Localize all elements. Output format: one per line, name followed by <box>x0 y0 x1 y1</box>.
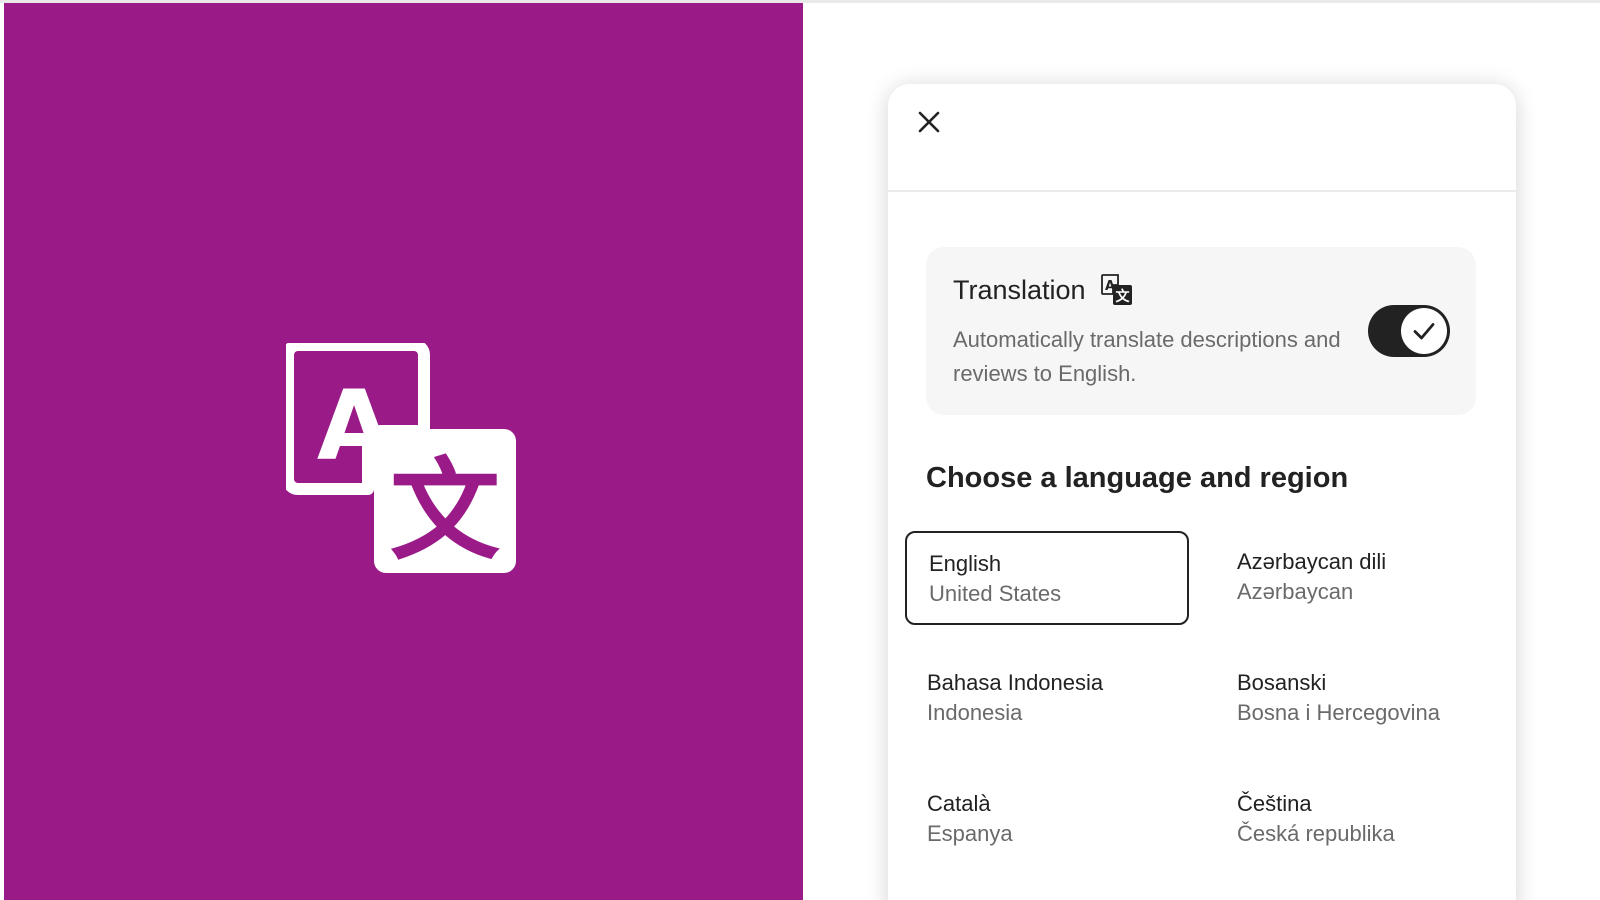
modal-header <box>888 84 1516 192</box>
language-name: Čeština <box>1237 791 1312 816</box>
brand-panel: A 文 <box>4 3 803 900</box>
translation-description: Automatically translate descriptions and… <box>953 327 1341 386</box>
svg-text:文: 文 <box>390 447 500 575</box>
language-name: Bosanski <box>1237 670 1327 695</box>
section-heading: Choose a language and region <box>926 462 1349 494</box>
translation-title-row: Translation A 文 <box>953 273 1134 307</box>
language-name: Bahasa Indonesia <box>927 670 1104 695</box>
language-region: Espanya <box>927 821 1013 846</box>
language-region: United States <box>929 581 1062 606</box>
language-option-czech[interactable]: Čeština Česká republika <box>1215 773 1499 867</box>
svg-text:文: 文 <box>1115 288 1130 305</box>
close-button[interactable] <box>914 107 944 137</box>
toggle-knob <box>1401 308 1447 354</box>
language-name: Català <box>927 791 991 816</box>
checkmark-icon <box>1413 323 1435 340</box>
language-region: Indonesia <box>927 700 1023 725</box>
language-name: English <box>929 551 1002 576</box>
translation-card: Translation A 文 Automatically translate … <box>926 247 1476 415</box>
language-region: Česká republika <box>1237 821 1395 846</box>
translate-icon: A 文 <box>1100 274 1132 305</box>
language-option-bosnian[interactable]: Bosanski Bosna i Hercegovina <box>1215 652 1499 746</box>
language-option-catalan[interactable]: Català Espanya <box>905 773 1189 867</box>
language-name: Azərbaycan dili <box>1237 549 1387 574</box>
translation-toggle[interactable] <box>1368 305 1450 357</box>
language-option-azerbaijani[interactable]: Azərbaycan dili Azərbaycan <box>1215 531 1499 625</box>
language-region: Bosna i Hercegovina <box>1237 700 1441 725</box>
translate-icon: A 文 <box>286 343 516 575</box>
language-option-english[interactable]: English United States <box>905 531 1189 625</box>
language-modal: Translation A 文 Automatically translate … <box>888 84 1516 900</box>
translation-title: Translation <box>953 274 1086 305</box>
language-region: Azərbaycan <box>1237 579 1354 604</box>
page: A 文 Translation A 文 Automatically transl… <box>0 0 1600 900</box>
language-option-indonesian[interactable]: Bahasa Indonesia Indonesia <box>905 652 1189 746</box>
close-icon <box>918 111 940 133</box>
